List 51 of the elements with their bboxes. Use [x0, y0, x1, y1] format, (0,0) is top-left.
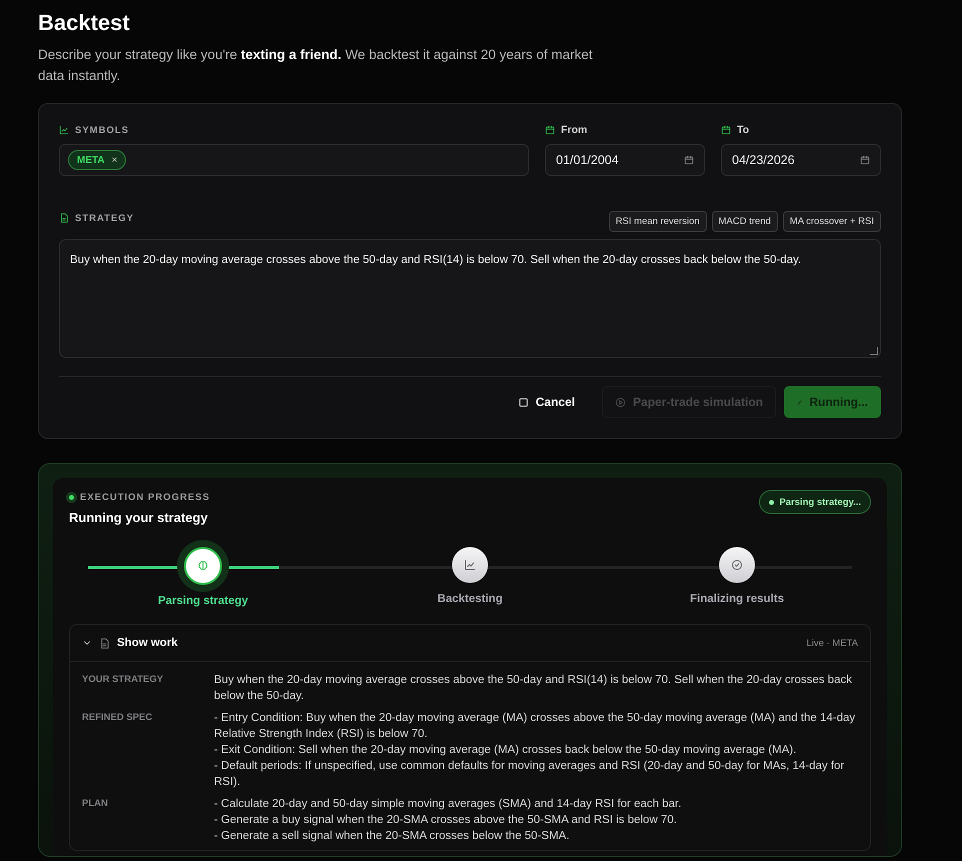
chart-icon	[59, 125, 69, 135]
check-circle-icon	[731, 559, 743, 571]
row-label: REFINED SPEC	[82, 711, 154, 725]
action-button[interactable]: Cancel	[504, 386, 588, 418]
field-label: STRATEGY	[75, 212, 134, 224]
show-work-toggle[interactable]: Show work	[82, 637, 178, 649]
calendar-icon	[545, 125, 555, 135]
row-text: - Calculate 20-day and 50-day simple moving averages (SMA) and 14-day RSI for each bar.	[214, 797, 682, 812]
field-label: To	[737, 124, 750, 136]
row-text: Buy when the 20-day moving average crosses above the 50-day and RSI(14) is below 70. Sell when the 20-day crosses back below the 50-day.	[214, 673, 853, 704]
play-icon	[614, 396, 626, 408]
status-dot	[69, 495, 74, 500]
step-label: Finalizing results	[690, 593, 784, 605]
preset-chip[interactable]: MA crossover + RSI	[782, 210, 881, 232]
preset-chip[interactable]: RSI mean reversion	[608, 210, 707, 232]
preset-chip[interactable]: MACD trend	[712, 210, 778, 232]
status-pill: Parsing strategy...	[759, 490, 871, 514]
step-label: Backtesting	[437, 593, 503, 605]
row-label: YOUR STRATEGY	[82, 673, 164, 687]
row-text: - Exit Condition: Sell when the 20-day moving average (MA) crosses back below the 50-day moving average (MA).	[214, 743, 798, 758]
page-subtitle: Describe your strategy like you're texting a friend. We backtest it against 20 years of market data instantly.	[38, 46, 594, 85]
row-label: PLAN	[82, 797, 109, 811]
row-text: - Generate a buy signal when the 20-SMA crosses above the 50-SMA and RSI is below 70.	[214, 813, 678, 828]
calendar-icon	[684, 155, 694, 165]
row-text: - Default periods: If unspecified, use common defaults for moving averages and RSI (20-day and 50-day for MAs, 14-day for RSI).	[214, 759, 846, 790]
stop-icon	[518, 396, 529, 408]
section-title: Running your strategy	[69, 510, 209, 525]
calendar-icon	[721, 125, 731, 135]
strategy-textarea[interactable]: Buy when the 20-day moving average crosses above the 50-day and RSI(14) is below 70. Sell when the 20-day crosses back below the 50-day.	[59, 239, 881, 358]
tag-label: META	[77, 154, 105, 166]
row-text: - Entry Condition: Buy when the 20-day moving average (MA) crosses above the 50-day moving average (MA) and the 14-day Relative Strength Index (RSI) is below 70.	[214, 711, 856, 742]
strategy-text: Buy when the 20-day moving average crosses above the 50-day and RSI(14) is below 70. Sell when the 20-day crosses back below the 50-day.	[70, 254, 802, 266]
row-text: - Generate a sell signal when the 20-SMA crosses below the 50-SMA.	[214, 829, 570, 844]
resize-handle[interactable]	[870, 347, 878, 355]
symbols-field[interactable]: META ×	[59, 144, 529, 176]
date-value: 01/01/2004	[556, 153, 619, 167]
date-field[interactable]: 01/01/2004	[545, 144, 705, 176]
step-label: Parsing strategy	[158, 595, 248, 607]
live-label: Live · META	[806, 638, 858, 648]
field-label: SYMBOLS	[75, 124, 129, 136]
chart-icon	[464, 559, 476, 571]
brain-icon	[197, 560, 209, 572]
date-field[interactable]: 04/23/2026	[721, 144, 881, 176]
document-icon	[59, 213, 69, 223]
page-title: Backtest	[38, 9, 130, 37]
calendar-icon	[860, 155, 870, 165]
date-value: 04/23/2026	[732, 153, 795, 167]
remove-tag-button[interactable]: ×	[112, 154, 118, 166]
document-icon	[99, 638, 110, 648]
section-label: EXECUTION PROGRESS	[80, 492, 210, 503]
field-label: From	[561, 124, 588, 136]
